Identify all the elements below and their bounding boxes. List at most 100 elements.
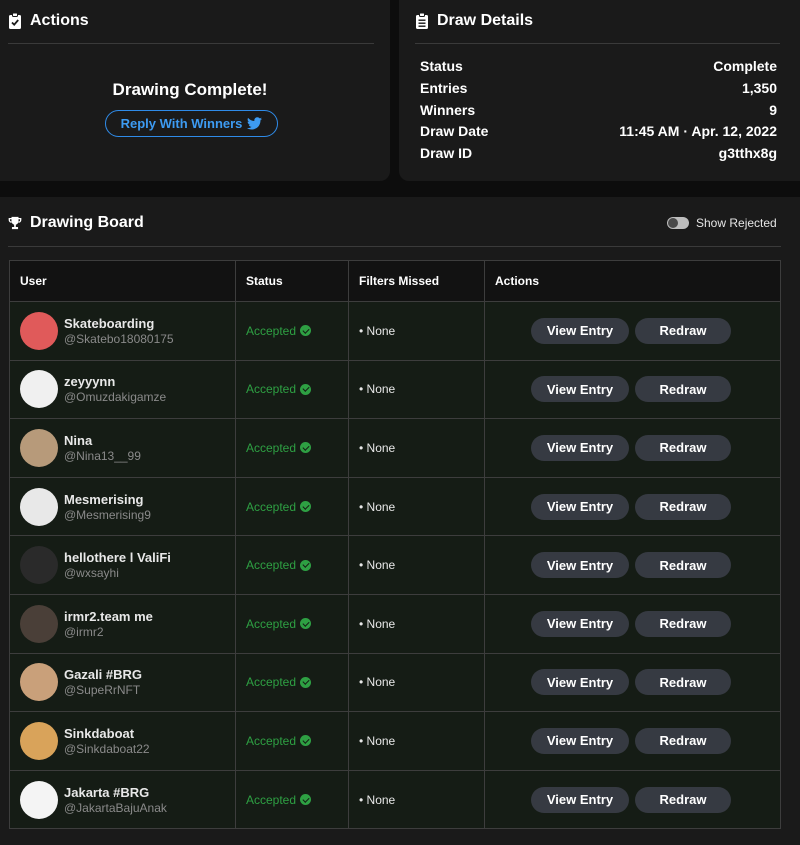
user-cell: hellothere l ValiFi @wxsayhi: [9, 535, 236, 595]
status-cell: Accepted: [235, 593, 349, 654]
show-rejected-toggle[interactable]: Show Rejected: [667, 216, 777, 230]
avatar: [20, 604, 58, 643]
user-text: Gazali #BRG @SupeRrNFT: [64, 667, 142, 697]
user-info: irmr2.team me @irmr2: [10, 604, 235, 643]
status-cell: Accepted: [235, 535, 349, 595]
user-info: Mesmerising @Mesmerising9: [10, 487, 235, 526]
user-name: hellothere l ValiFi: [64, 550, 171, 566]
view-entry-button[interactable]: View Entry: [531, 493, 629, 520]
status-badge: Accepted: [236, 441, 348, 455]
redraw-button[interactable]: Redraw: [635, 669, 731, 696]
user-text: Nina @Nina13__99: [64, 433, 141, 463]
column-header-actions: Actions: [484, 260, 781, 302]
view-entry-button[interactable]: View Entry: [531, 610, 629, 637]
drawing-complete-heading: Drawing Complete!: [112, 80, 268, 99]
table-row: Sinkdaboat @Sinkdaboat22 Accepted • None…: [9, 711, 781, 771]
toggle-switch[interactable]: [667, 217, 689, 229]
redraw-button[interactable]: Redraw: [635, 317, 731, 344]
view-entry-button[interactable]: View Entry: [531, 786, 629, 813]
reply-with-winners-button[interactable]: Reply With Winners: [105, 110, 278, 137]
status-badge: Accepted: [236, 382, 348, 396]
user-name: Skateboarding: [64, 315, 155, 331]
user-name: zeyyynn: [64, 374, 116, 390]
user-info: Gazali #BRG @SupeRrNFT: [10, 663, 235, 702]
status-badge: Accepted: [236, 617, 348, 631]
board-header: Drawing Board: [8, 214, 144, 232]
view-entry-button[interactable]: View Entry: [531, 669, 629, 696]
detail-label: Draw Date: [420, 123, 489, 139]
user-name: Nina: [64, 432, 93, 448]
status-badge: Accepted: [236, 558, 348, 572]
view-entry-button[interactable]: View Entry: [531, 434, 629, 461]
toggle-label: Show Rejected: [696, 216, 777, 230]
status-cell: Accepted: [235, 301, 349, 361]
user-cell: zeyyynn @Omuzdakigamze: [9, 359, 236, 420]
filters-cell: • None: [348, 652, 485, 713]
status-cell: Accepted: [235, 652, 349, 713]
redraw-button[interactable]: Redraw: [635, 552, 731, 579]
detail-label: Status: [420, 58, 463, 74]
actions-cell: View Entry Redraw: [484, 593, 781, 654]
avatar: [20, 546, 58, 585]
redraw-button[interactable]: Redraw: [635, 727, 731, 754]
status-cell: Accepted: [235, 476, 349, 537]
user-info: zeyyynn @Omuzdakigamze: [10, 370, 235, 409]
drawing-board-panel: Drawing Board Show Rejected User Status …: [0, 197, 800, 845]
view-entry-button[interactable]: View Entry: [531, 727, 629, 754]
actions-cell: View Entry Redraw: [484, 476, 781, 537]
avatar: [20, 780, 58, 819]
detail-row-draw-date: Draw Date 11:45 AM · Apr. 12, 2022: [420, 123, 777, 139]
entries-table: User Status Filters Missed Actions Skate…: [9, 260, 781, 830]
user-cell: Skateboarding @Skatebo18080175: [9, 301, 236, 361]
actions-title: Actions: [30, 12, 89, 29]
check-circle-icon: [300, 325, 312, 337]
user-handle: @SupeRrNFT: [64, 683, 141, 698]
view-entry-button[interactable]: View Entry: [531, 552, 629, 579]
clipboard-list-icon: [416, 13, 428, 29]
status-cell: Accepted: [235, 711, 349, 771]
user-handle: @Sinkdaboat22: [64, 741, 150, 756]
user-handle: @Skatebo18080175: [64, 331, 174, 346]
filters-missed: • None: [359, 675, 396, 690]
view-entry-button[interactable]: View Entry: [531, 376, 629, 403]
detail-label: Draw ID: [420, 145, 473, 161]
user-name: Sinkdaboat: [64, 725, 135, 741]
user-text: Sinkdaboat @Sinkdaboat22: [64, 726, 150, 756]
avatar: [20, 428, 58, 467]
trophy-icon: [8, 216, 22, 230]
table-header-row: User Status Filters Missed Actions: [9, 260, 781, 302]
filters-missed: • None: [359, 792, 396, 807]
user-cell: irmr2.team me @irmr2: [9, 593, 236, 654]
detail-value: 9: [769, 102, 777, 118]
detail-value: 1,350: [741, 80, 777, 96]
redraw-button[interactable]: Redraw: [635, 434, 731, 461]
redraw-button[interactable]: Redraw: [635, 610, 731, 637]
redraw-button[interactable]: Redraw: [635, 376, 731, 403]
table-row: Nina @Nina13__99 Accepted • None View En…: [9, 418, 781, 478]
redraw-button[interactable]: Redraw: [635, 786, 731, 813]
table-row: hellothere l ValiFi @wxsayhi Accepted • …: [9, 535, 781, 595]
actions-cell: View Entry Redraw: [484, 711, 781, 771]
view-entry-button[interactable]: View Entry: [531, 317, 629, 344]
user-info: Jakarta #BRG @JakartaBajuAnak: [10, 780, 235, 819]
column-header-user: User: [9, 260, 236, 302]
user-handle: @wxsayhi: [64, 566, 119, 581]
table-row: Jakarta #BRG @JakartaBajuAnak Accepted •…: [9, 769, 781, 830]
avatar: [20, 487, 58, 526]
filters-missed: • None: [359, 382, 396, 397]
detail-row-draw-id: Draw ID g3tthx8g: [420, 145, 777, 161]
avatar: [20, 663, 58, 702]
detail-row-entries: Entries 1,350: [420, 80, 777, 96]
avatar: [20, 370, 58, 409]
filters-cell: • None: [348, 359, 485, 420]
board-title: Drawing Board: [30, 214, 144, 231]
detail-row-winners: Winners 9: [420, 102, 777, 118]
user-cell: Mesmerising @Mesmerising9: [9, 476, 236, 537]
detail-label: Entries: [420, 80, 468, 96]
user-handle: @Omuzdakigamze: [64, 390, 167, 405]
redraw-button[interactable]: Redraw: [635, 493, 731, 520]
check-circle-icon: [300, 618, 312, 630]
status-badge: Accepted: [236, 793, 348, 807]
filters-cell: • None: [348, 711, 485, 771]
user-text: Jakarta #BRG @JakartaBajuAnak: [64, 785, 167, 815]
